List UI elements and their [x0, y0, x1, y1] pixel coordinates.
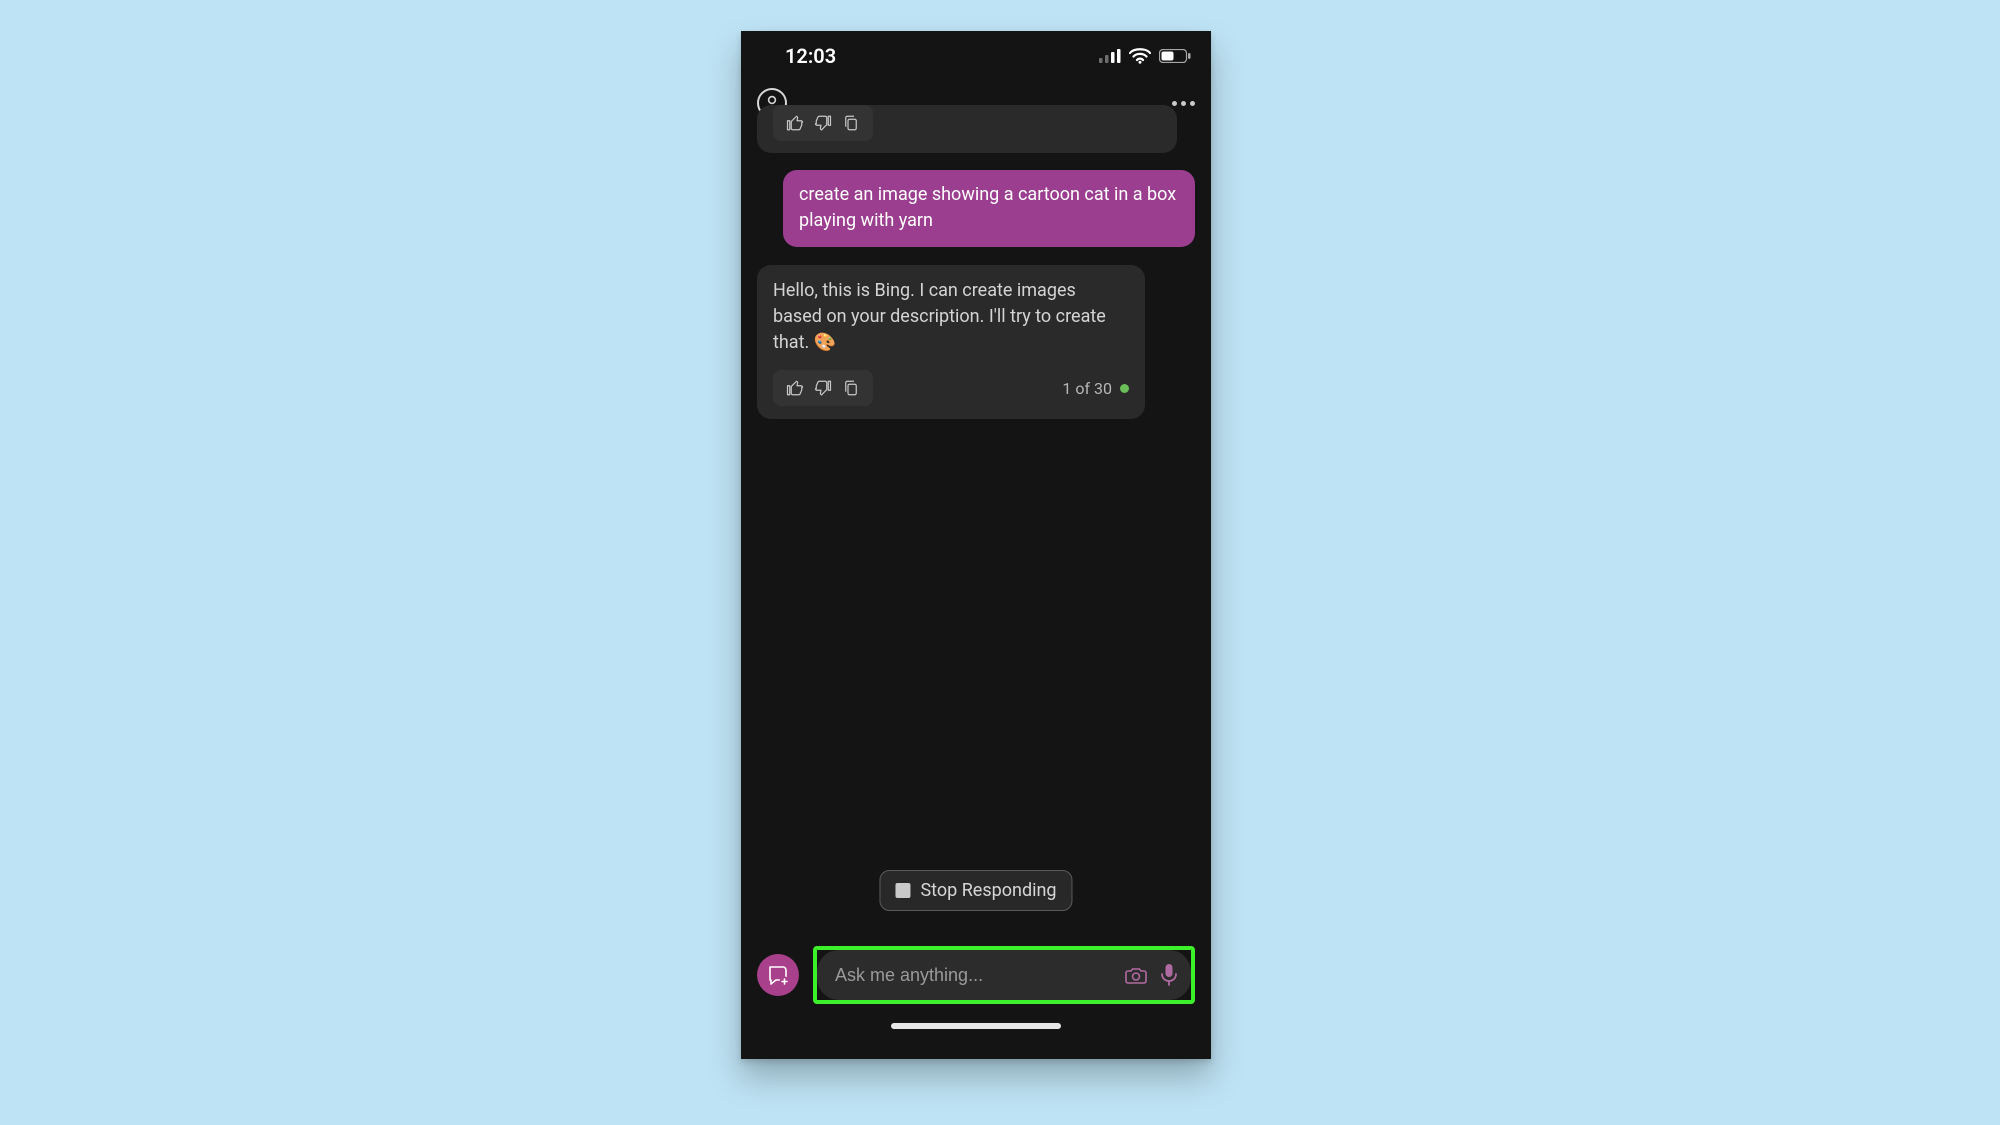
text-input[interactable] [833, 964, 1125, 987]
camera-icon[interactable] [1125, 965, 1147, 985]
thumbs-up-button[interactable] [781, 374, 809, 402]
status-indicators [1099, 48, 1191, 64]
wifi-icon [1129, 48, 1151, 64]
stop-responding-button[interactable]: Stop Responding [879, 870, 1072, 911]
chat-area: create an image showing a cartoon cat in… [741, 105, 1211, 1039]
cellular-icon [1099, 49, 1121, 63]
input-highlight-box [813, 946, 1195, 1004]
status-dot-icon [1120, 384, 1129, 393]
input-row [757, 946, 1195, 1004]
text-input-field[interactable] [817, 950, 1191, 1000]
user-message: create an image showing a cartoon cat in… [783, 170, 1195, 247]
thumbs-down-button[interactable] [809, 109, 837, 137]
ai-message: Hello, this is Bing. I can create images… [757, 265, 1145, 419]
copy-button[interactable] [837, 109, 865, 137]
new-topic-button[interactable] [757, 954, 799, 996]
stop-responding-label: Stop Responding [920, 880, 1056, 901]
counter-text: 1 of 30 [1062, 377, 1112, 400]
copy-button[interactable] [837, 374, 865, 402]
thumbs-down-button[interactable] [809, 374, 837, 402]
ai-message-previous [757, 105, 1177, 153]
thumbs-up-button[interactable] [781, 109, 809, 137]
stop-icon [895, 883, 910, 898]
phone-frame: 12:03 [741, 31, 1211, 1059]
status-bar: 12:03 [741, 31, 1211, 81]
status-time: 12:03 [785, 44, 836, 68]
response-counter: 1 of 30 [1062, 377, 1129, 400]
microphone-icon[interactable] [1161, 963, 1177, 987]
ai-message-text: Hello, this is Bing. I can create images… [773, 278, 1129, 368]
home-indicator [891, 1023, 1061, 1029]
battery-icon [1159, 49, 1191, 63]
